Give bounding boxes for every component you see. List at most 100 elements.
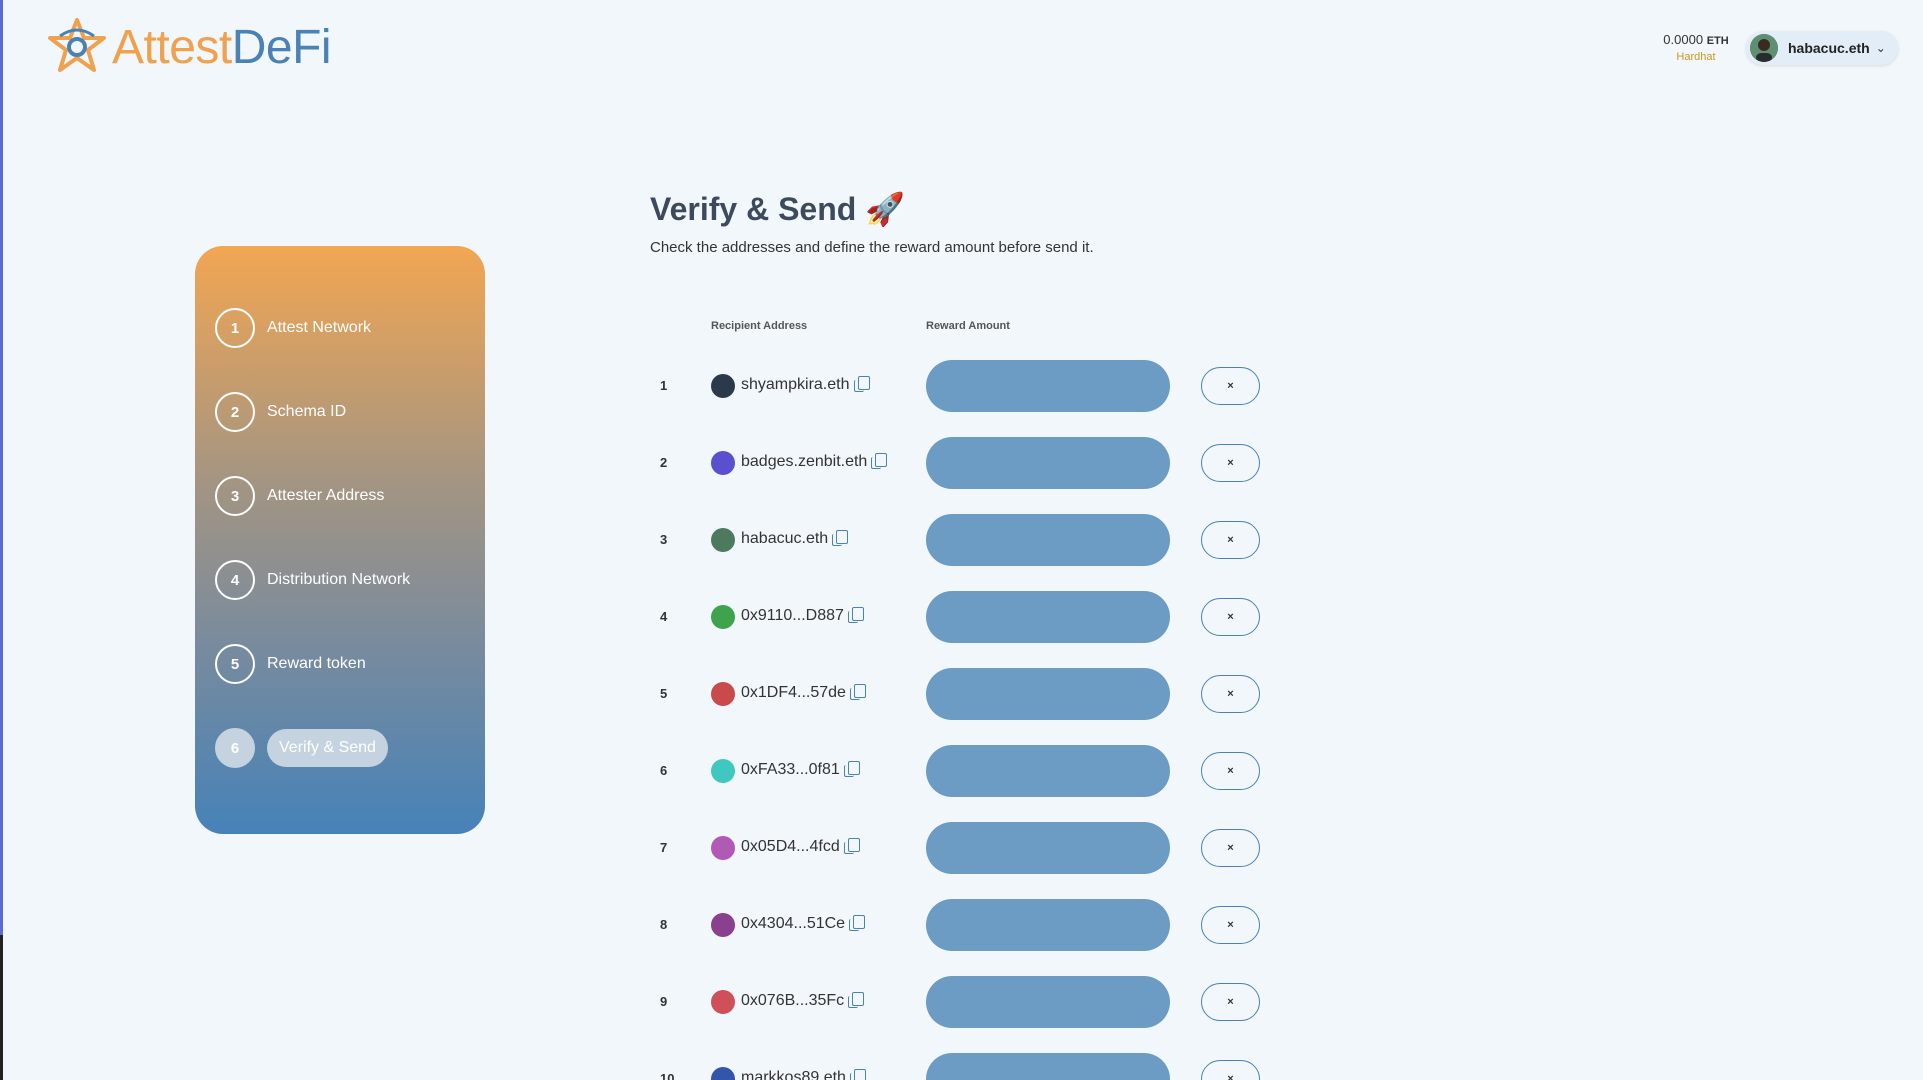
balance-value: 0.0000	[1663, 32, 1704, 47]
recipient-address: 0x1DF4...57de	[741, 684, 866, 702]
recipient-address: 0x076B...35Fc	[741, 992, 865, 1010]
recipient-address: 0x9110...D887	[741, 607, 864, 625]
address-text: 0xFA33...0f81	[741, 761, 840, 778]
recipient-address: badges.zenbit.eth	[741, 453, 888, 471]
table-row: 5 0x1DF4...57de ×	[0, 668, 1923, 720]
table-row: 10 markkos89.eth ×	[0, 1053, 1923, 1080]
avatar	[711, 451, 735, 475]
reward-amount-input[interactable]	[926, 899, 1170, 951]
recipient-address: 0x4304...51Ce	[741, 915, 866, 933]
copy-icon[interactable]	[849, 1069, 866, 1080]
star-logo-icon	[48, 18, 106, 72]
table-row: 6 0xFA33...0f81 ×	[0, 745, 1923, 797]
avatar	[711, 990, 735, 1014]
address-text: 0x076B...35Fc	[741, 992, 845, 1009]
reward-amount-input[interactable]	[926, 591, 1170, 643]
table-row: 3 habacuc.eth ×	[0, 514, 1923, 566]
row-index: 3	[660, 532, 668, 547]
reward-amount-input[interactable]	[926, 514, 1170, 566]
row-index: 4	[660, 609, 668, 624]
network-name: Hardhat	[1676, 51, 1716, 63]
user-avatar-icon	[1750, 34, 1778, 62]
copy-icon[interactable]	[847, 607, 864, 623]
avatar	[711, 759, 735, 783]
remove-row-button[interactable]: ×	[1201, 829, 1260, 867]
recipient-address: habacuc.eth	[741, 530, 849, 548]
remove-row-button[interactable]: ×	[1201, 367, 1260, 405]
remove-row-button[interactable]: ×	[1201, 598, 1260, 636]
balance-amount: 0.0000 ETH	[1636, 32, 1756, 47]
page-title: Verify & Send 🚀	[650, 191, 906, 227]
avatar	[711, 836, 735, 860]
remove-row-button[interactable]: ×	[1201, 521, 1260, 559]
avatar	[711, 605, 735, 629]
reward-amount-input[interactable]	[926, 437, 1170, 489]
avatar	[711, 913, 735, 937]
remove-row-button[interactable]: ×	[1201, 752, 1260, 790]
copy-icon[interactable]	[849, 915, 866, 931]
row-index: 1	[660, 378, 668, 393]
step-label: Attester Address	[267, 487, 385, 504]
row-index: 5	[660, 686, 668, 701]
table-row: 2 badges.zenbit.eth ×	[0, 437, 1923, 489]
copy-icon[interactable]	[853, 376, 870, 392]
avatar	[711, 1067, 735, 1080]
recipient-address: markkos89.eth	[741, 1069, 866, 1080]
reward-amount-input[interactable]	[926, 976, 1170, 1028]
address-text: badges.zenbit.eth	[741, 453, 868, 470]
column-header-recipient: Recipient Address	[711, 320, 808, 332]
remove-row-button[interactable]: ×	[1201, 444, 1260, 482]
reward-amount-input[interactable]	[926, 1053, 1170, 1080]
recipient-address: 0xFA33...0f81	[741, 761, 860, 779]
remove-row-button[interactable]: ×	[1201, 983, 1260, 1021]
copy-icon[interactable]	[849, 684, 866, 700]
table-row: 9 0x076B...35Fc ×	[0, 976, 1923, 1028]
reward-amount-input[interactable]	[926, 360, 1170, 412]
recipient-address: 0x05D4...4fcd	[741, 838, 860, 856]
copy-icon[interactable]	[843, 838, 860, 854]
reward-amount-input[interactable]	[926, 668, 1170, 720]
copy-icon[interactable]	[871, 453, 888, 469]
address-text: shyampkira.eth	[741, 376, 850, 393]
account-button[interactable]: habacuc.eth ⌄	[1746, 31, 1898, 65]
balance-unit: ETH	[1706, 35, 1729, 47]
column-header-reward: Reward Amount	[926, 320, 1010, 332]
copy-icon[interactable]	[832, 530, 849, 546]
chevron-down-icon: ⌄	[1875, 41, 1886, 55]
avatar	[711, 528, 735, 552]
row-index: 9	[660, 994, 668, 1009]
copy-icon[interactable]	[848, 992, 865, 1008]
brand-name: AttestDeFi	[112, 20, 332, 75]
row-index: 10	[660, 1071, 675, 1080]
row-index: 2	[660, 455, 668, 470]
reward-amount-input[interactable]	[926, 822, 1170, 874]
step-number: 1	[215, 308, 255, 348]
account-name: habacuc.eth	[1788, 40, 1870, 56]
page-subtitle: Check the addresses and define the rewar…	[650, 239, 1094, 256]
row-index: 6	[660, 763, 668, 778]
brand-part-1: Attest	[112, 20, 232, 74]
avatar	[711, 374, 735, 398]
step-attest-network[interactable]: 1 Attest Network	[215, 308, 371, 348]
address-text: 0x1DF4...57de	[741, 684, 846, 701]
address-text: 0x9110...D887	[741, 607, 844, 624]
address-text: 0x05D4...4fcd	[741, 838, 840, 855]
brand-part-2: DeFi	[231, 20, 332, 74]
table-row: 8 0x4304...51Ce ×	[0, 899, 1923, 951]
app-logo[interactable]: AttestDeFi	[46, 16, 332, 78]
recipient-address: shyampkira.eth	[741, 376, 870, 394]
reward-amount-input[interactable]	[926, 745, 1170, 797]
remove-row-button[interactable]: ×	[1201, 675, 1260, 713]
row-index: 7	[660, 840, 668, 855]
table-row: 4 0x9110...D887 ×	[0, 591, 1923, 643]
remove-row-button[interactable]: ×	[1201, 906, 1260, 944]
address-text: habacuc.eth	[741, 530, 829, 547]
avatar	[1750, 34, 1778, 62]
wallet-balance: 0.0000 ETH Hardhat	[1636, 32, 1756, 63]
step-label: Distribution Network	[267, 571, 411, 588]
address-text: 0x4304...51Ce	[741, 915, 846, 932]
address-text: markkos89.eth	[741, 1069, 846, 1080]
remove-row-button[interactable]: ×	[1201, 1060, 1260, 1080]
copy-icon[interactable]	[843, 761, 860, 777]
table-row: 1 shyampkira.eth ×	[0, 360, 1923, 412]
